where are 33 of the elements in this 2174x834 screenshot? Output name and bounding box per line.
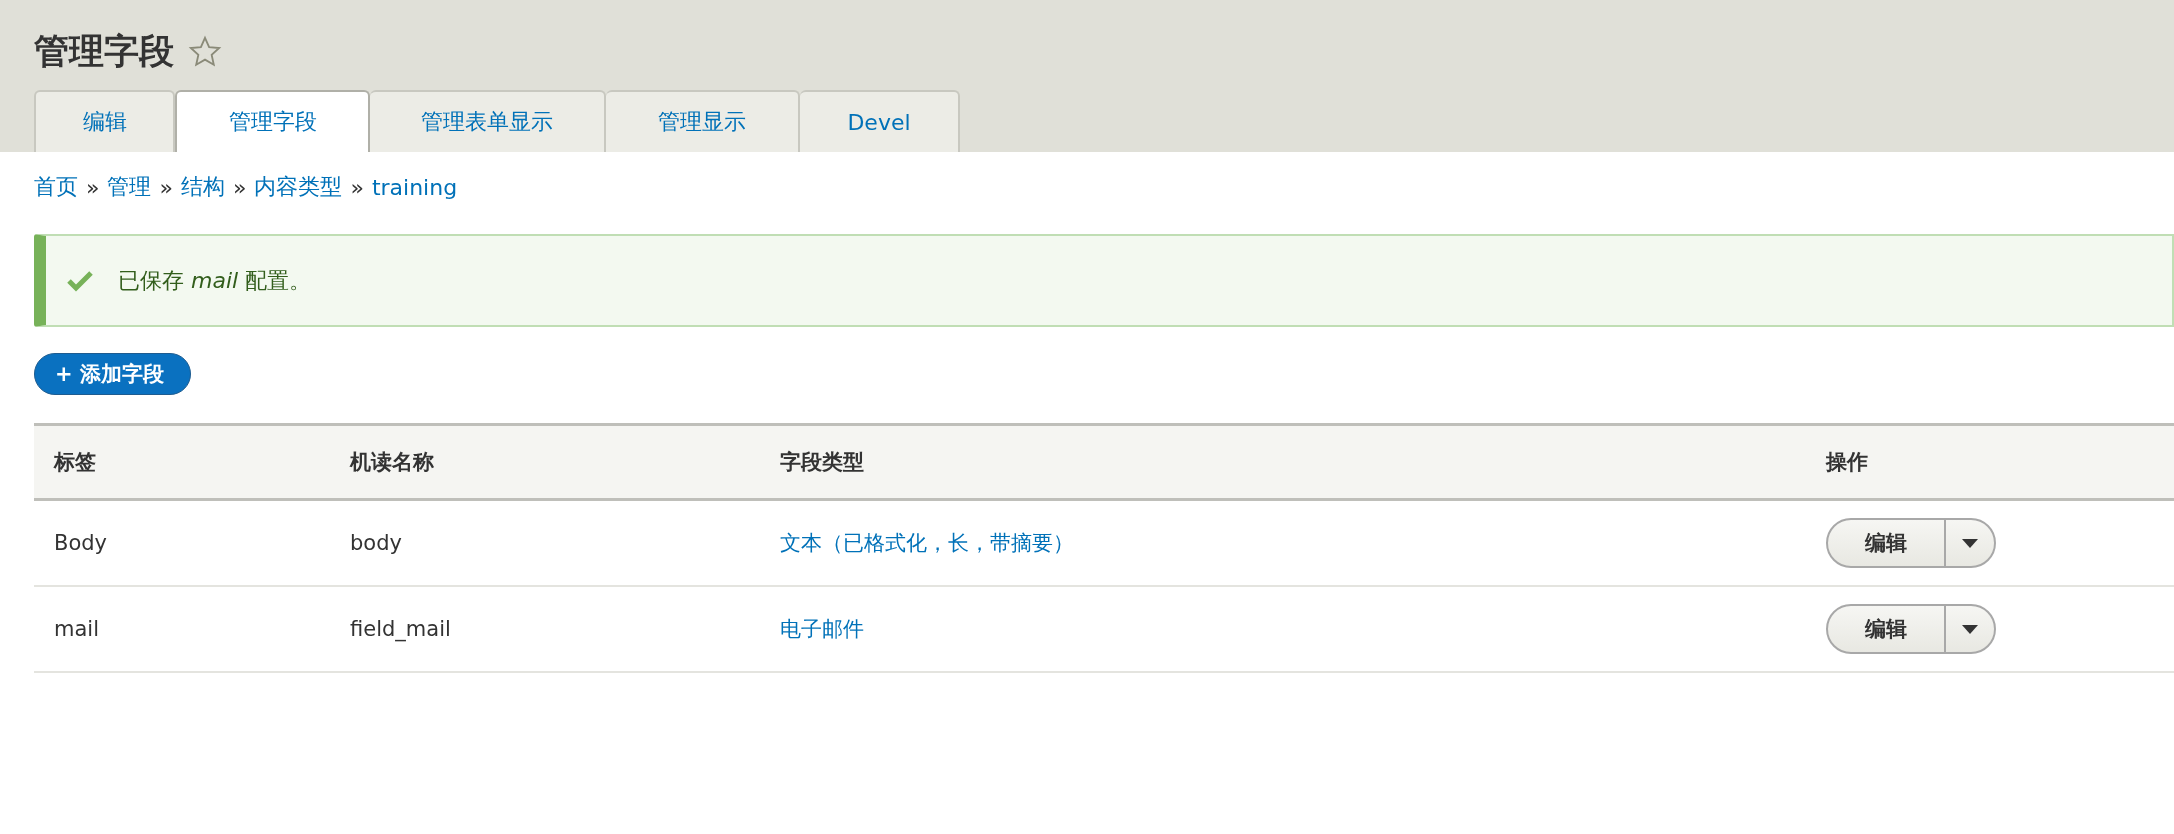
- breadcrumb-link[interactable]: 首页: [34, 172, 78, 202]
- caret-icon: [1962, 624, 1978, 634]
- tab[interactable]: 管理显示: [606, 90, 800, 152]
- breadcrumb-link[interactable]: 结构: [180, 172, 225, 202]
- table-cell: body: [330, 499, 760, 586]
- message-text: 已保存 mail 配置。: [118, 266, 312, 295]
- breadcrumb-link[interactable]: training: [371, 174, 458, 200]
- field-type-link[interactable]: 文本（已格式化，长，带摘要）: [780, 531, 1074, 555]
- caret-icon: [1962, 538, 1978, 548]
- breadcrumb-link[interactable]: 内容类型: [254, 172, 343, 202]
- checkmark-icon: [66, 268, 94, 293]
- tab[interactable]: 管理字段: [175, 90, 370, 152]
- star-icon[interactable]: [188, 34, 222, 69]
- breadcrumb-separator: »: [159, 174, 173, 200]
- breadcrumb-link[interactable]: 管理: [107, 172, 152, 202]
- breadcrumb-separator: »: [86, 174, 100, 200]
- tab[interactable]: Devel: [800, 90, 960, 152]
- column-header: 机读名称: [330, 424, 760, 500]
- edit-button[interactable]: 编辑: [1828, 606, 1946, 652]
- table-cell: mail: [34, 586, 330, 672]
- column-header: 标签: [34, 424, 330, 500]
- column-header: 操作: [1806, 424, 2174, 500]
- breadcrumb-separator: »: [232, 174, 247, 200]
- edit-button[interactable]: 编辑: [1828, 520, 1946, 566]
- tab[interactable]: 管理表单显示: [370, 90, 606, 152]
- column-header: 字段类型: [760, 424, 1806, 500]
- add-field-button[interactable]: + 添加字段: [34, 353, 191, 395]
- field-type-link[interactable]: 电子邮件: [780, 617, 864, 641]
- tab[interactable]: 编辑: [34, 90, 175, 152]
- page-title: 管理字段: [34, 30, 174, 73]
- table-cell: Body: [34, 499, 330, 586]
- table-cell: field_mail: [330, 586, 760, 672]
- breadcrumb-separator: »: [350, 174, 364, 200]
